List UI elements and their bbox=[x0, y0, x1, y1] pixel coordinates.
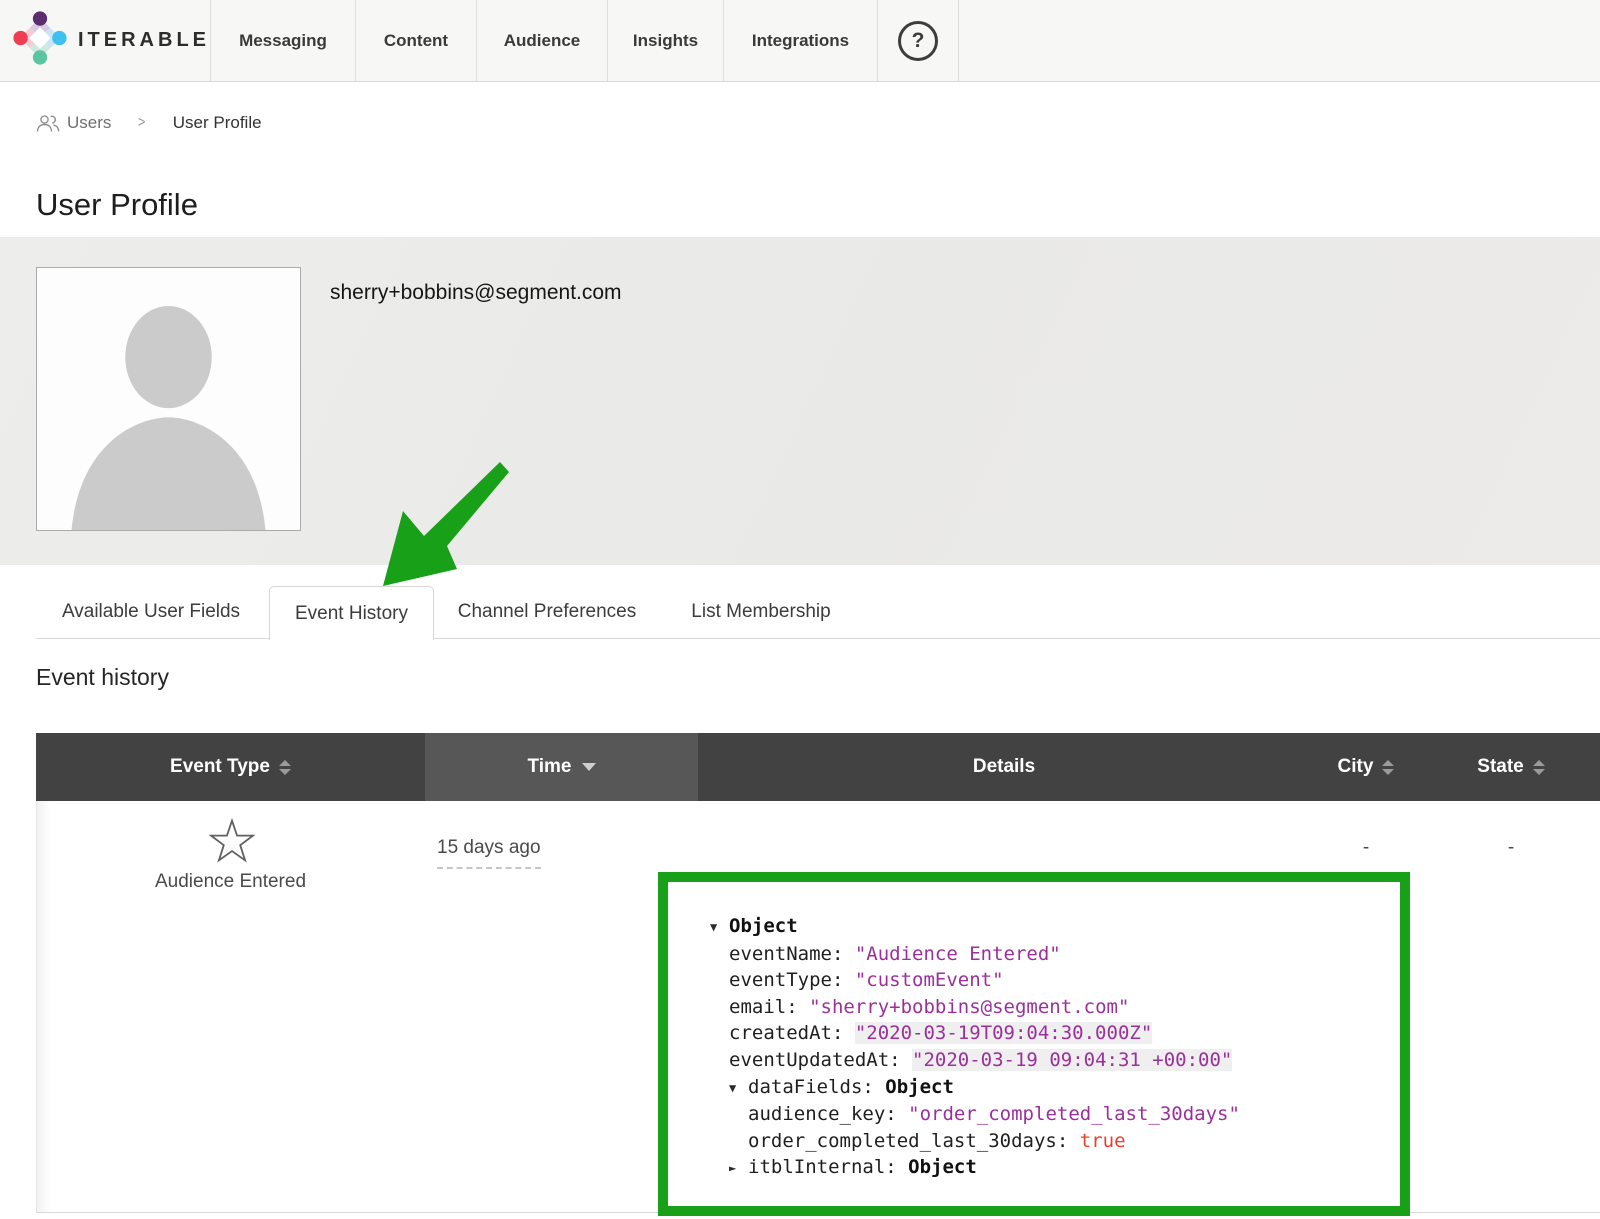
time-cell: 15 days ago bbox=[437, 837, 541, 869]
json-line-order-completed: order_completed_last_30days: true bbox=[710, 1128, 1400, 1155]
expand-toggle-icon[interactable]: ▼ bbox=[729, 1075, 748, 1102]
nav-item-insights[interactable]: Insights bbox=[607, 0, 723, 81]
expand-toggle-icon[interactable]: ▼ bbox=[710, 914, 729, 941]
tab-list-membership[interactable]: List Membership bbox=[666, 586, 856, 638]
json-line-eventType: eventType: "customEvent" bbox=[710, 967, 1400, 994]
column-header-city[interactable]: City bbox=[1310, 733, 1422, 801]
sort-icon bbox=[1533, 760, 1545, 775]
profile-email: sherry+bobbins@segment.com bbox=[330, 281, 622, 305]
event-table-header: Event Type Time Details City State bbox=[36, 733, 1600, 801]
avatar bbox=[36, 267, 301, 531]
column-header-time[interactable]: Time bbox=[425, 733, 698, 801]
nav-item-content[interactable]: Content bbox=[355, 0, 476, 81]
sort-desc-icon bbox=[582, 763, 596, 771]
state-cell: - bbox=[1422, 837, 1600, 859]
breadcrumb: Users > User Profile bbox=[36, 113, 262, 133]
json-line-audience-key: audience_key: "order_completed_last_30da… bbox=[710, 1101, 1400, 1128]
section-heading: Event history bbox=[36, 664, 169, 691]
navbar-spacer bbox=[958, 0, 1600, 81]
json-line-eventName: eventName: "Audience Entered" bbox=[710, 941, 1400, 968]
event-type-cell: Audience Entered bbox=[36, 871, 425, 893]
breadcrumb-users-label: Users bbox=[67, 113, 111, 133]
star-icon[interactable] bbox=[209, 818, 255, 863]
column-header-state[interactable]: State bbox=[1422, 733, 1600, 801]
help-button[interactable]: ? bbox=[877, 0, 958, 81]
tab-available-user-fields[interactable]: Available User Fields bbox=[36, 586, 266, 638]
profile-hero: sherry+bobbins@segment.com bbox=[0, 237, 1600, 565]
column-header-details: Details bbox=[698, 733, 1310, 801]
user-profile-page: ITERABLE Messaging Content Audience Insi… bbox=[0, 0, 1600, 1219]
help-icon: ? bbox=[898, 21, 938, 61]
nav-item-integrations[interactable]: Integrations bbox=[723, 0, 877, 81]
sort-icon bbox=[1382, 760, 1394, 775]
city-cell: - bbox=[1310, 837, 1422, 859]
json-line-eventUpdatedAt: eventUpdatedAt: "2020-03-19 09:04:31 +00… bbox=[710, 1047, 1400, 1074]
users-icon bbox=[36, 114, 60, 133]
annotation-arrow-icon bbox=[350, 450, 520, 595]
brand-wordmark: ITERABLE bbox=[78, 29, 210, 52]
event-details-json: ▼Object eventName: "Audience Entered" ev… bbox=[668, 882, 1400, 1182]
chevron-right-icon: > bbox=[138, 114, 145, 132]
page-title: User Profile bbox=[36, 187, 198, 223]
json-line-createdAt: createdAt: "2020-03-19T09:04:30.000Z" bbox=[710, 1020, 1400, 1047]
collapse-toggle-icon[interactable]: ► bbox=[729, 1155, 748, 1182]
nav-item-messaging[interactable]: Messaging bbox=[210, 0, 355, 81]
person-silhouette-icon bbox=[37, 268, 300, 530]
nav-item-audience[interactable]: Audience bbox=[476, 0, 607, 81]
time-value[interactable]: 15 days ago bbox=[437, 837, 541, 869]
iterable-logo-icon bbox=[13, 11, 67, 70]
breadcrumb-current: User Profile bbox=[173, 113, 262, 133]
json-line-root: ▼Object bbox=[710, 913, 1400, 941]
json-line-email: email: "sherry+bobbins@segment.com" bbox=[710, 994, 1400, 1021]
column-header-event-type[interactable]: Event Type bbox=[36, 733, 425, 801]
sort-icon bbox=[279, 760, 291, 775]
iterable-logo[interactable]: ITERABLE bbox=[0, 0, 210, 81]
breadcrumb-users-link[interactable]: Users bbox=[36, 113, 111, 133]
annotation-highlight-box: ▼Object eventName: "Audience Entered" ev… bbox=[658, 872, 1410, 1216]
top-navbar: ITERABLE Messaging Content Audience Insi… bbox=[0, 0, 1600, 82]
json-line-dataFields: ▼dataFields: Object bbox=[710, 1074, 1400, 1102]
json-line-itblInternal: ►itblInternal: Object bbox=[710, 1154, 1400, 1182]
